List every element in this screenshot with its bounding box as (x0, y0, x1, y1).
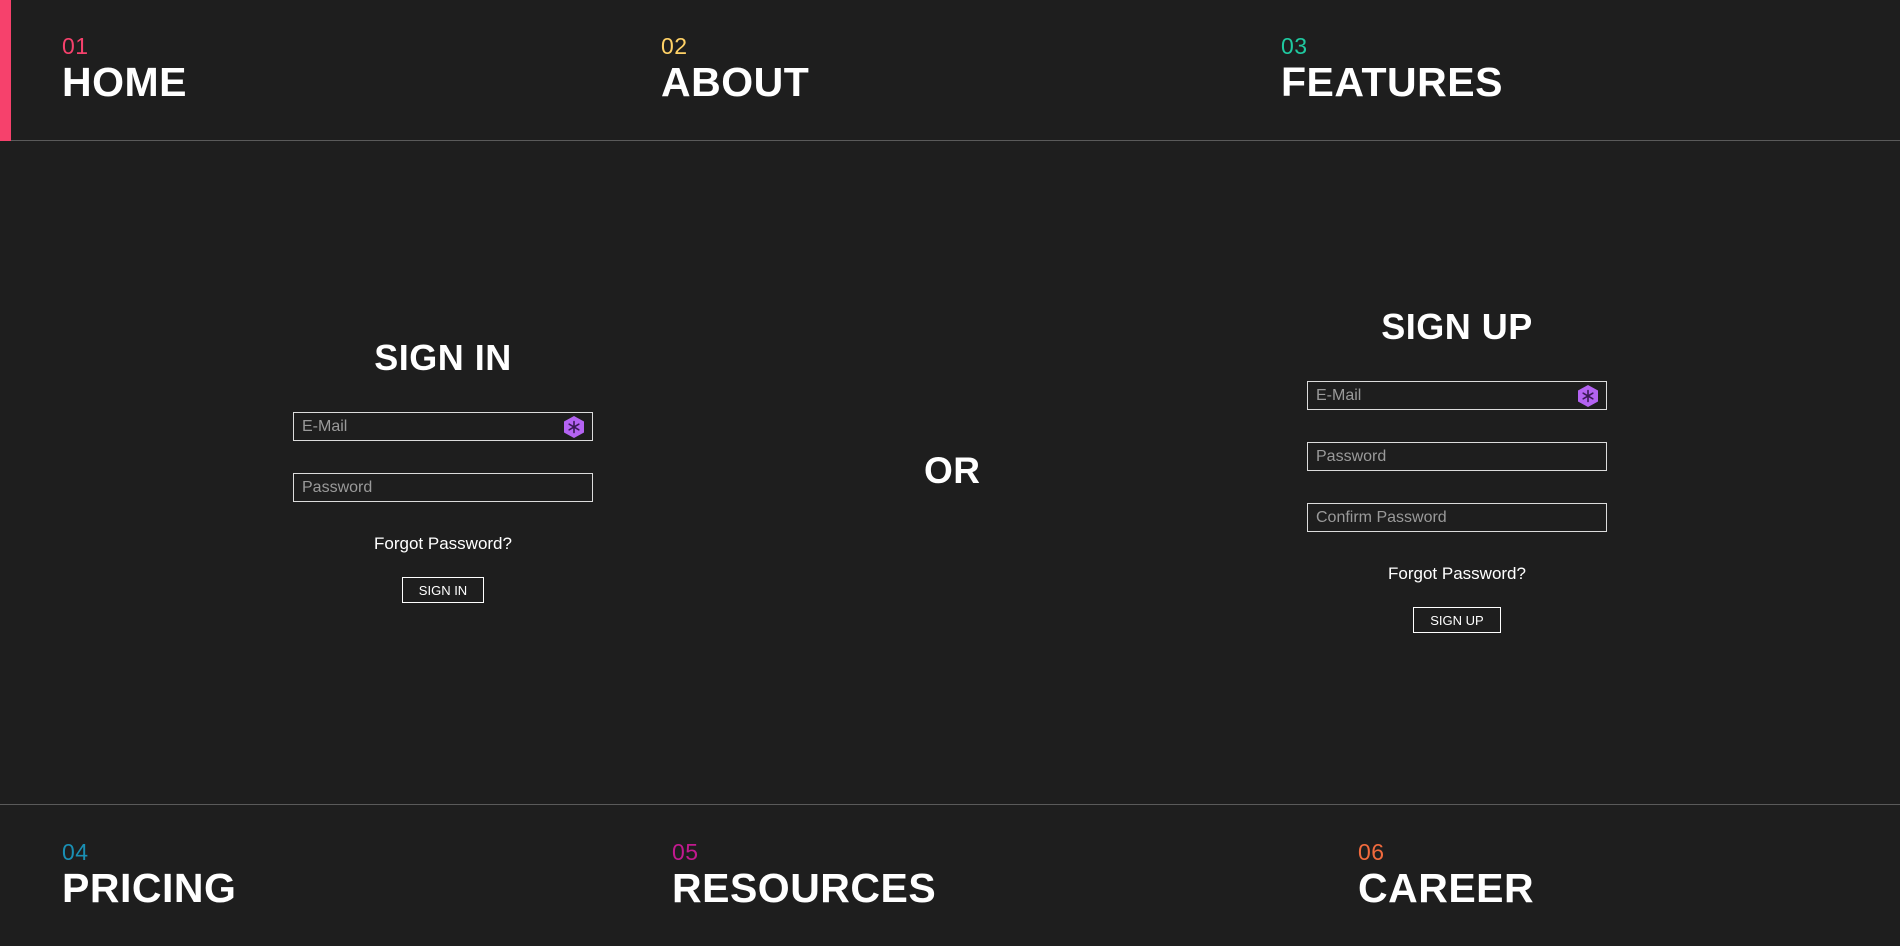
password-field[interactable] (1307, 442, 1607, 471)
nav-label: FEATURES (1281, 59, 1503, 105)
hexagon-asterisk-icon[interactable] (562, 415, 586, 439)
nav-item-pricing[interactable]: 04 PRICING (62, 839, 236, 911)
email-field[interactable] (293, 412, 593, 441)
confirm-password-input[interactable] (1308, 504, 1606, 531)
sign-in-title: SIGN IN (374, 337, 512, 378)
email-input[interactable] (294, 413, 592, 440)
nav-item-career[interactable]: 06 CAREER (1358, 839, 1534, 911)
sign-in-form: SIGN IN Forgot Password? SIGN IN (293, 338, 593, 603)
nav-label: PRICING (62, 865, 237, 911)
nav-item-resources[interactable]: 05 RESOURCES (672, 839, 936, 911)
email-input[interactable] (1308, 382, 1606, 409)
nav-number: 04 (62, 839, 89, 865)
password-input[interactable] (294, 474, 592, 501)
nav-item-about[interactable]: 02 ABOUT (661, 33, 809, 105)
email-field[interactable] (1307, 381, 1607, 410)
or-divider: OR (924, 450, 981, 491)
nav-number: 02 (661, 33, 688, 59)
top-navigation: 01 HOME 02 ABOUT 03 FEATURES (0, 0, 1900, 141)
password-input[interactable] (1308, 443, 1606, 470)
forgot-password-link[interactable]: Forgot Password? (293, 534, 593, 554)
confirm-password-field[interactable] (1307, 503, 1607, 532)
nav-item-features[interactable]: 03 FEATURES (1281, 33, 1503, 105)
nav-label: ABOUT (661, 59, 810, 105)
page: 01 HOME 02 ABOUT 03 FEATURES SIGN IN E-M… (0, 0, 1900, 946)
nav-label: HOME (62, 59, 187, 105)
sign-up-form: SIGN UP Forgot Password? SIGN UP (1307, 307, 1607, 633)
password-field[interactable] (293, 473, 593, 502)
active-indicator-bar (0, 0, 11, 141)
nav-number: 03 (1281, 33, 1308, 59)
nav-number: 06 (1358, 839, 1385, 865)
nav-item-home[interactable]: 01 HOME (62, 33, 187, 105)
nav-label: RESOURCES (672, 865, 937, 911)
nav-label: CAREER (1358, 865, 1535, 911)
hexagon-asterisk-icon[interactable] (1576, 384, 1600, 408)
nav-number: 01 (62, 33, 89, 59)
sign-up-title: SIGN UP (1381, 306, 1533, 347)
bottom-navigation: 04 PRICING 05 RESOURCES 06 CAREER (0, 804, 1900, 946)
sign-in-button[interactable]: SIGN IN (401, 577, 485, 603)
nav-number: 05 (672, 839, 699, 865)
sign-up-button[interactable]: SIGN UP (1413, 607, 1501, 633)
forgot-password-link[interactable]: Forgot Password? (1307, 564, 1607, 584)
